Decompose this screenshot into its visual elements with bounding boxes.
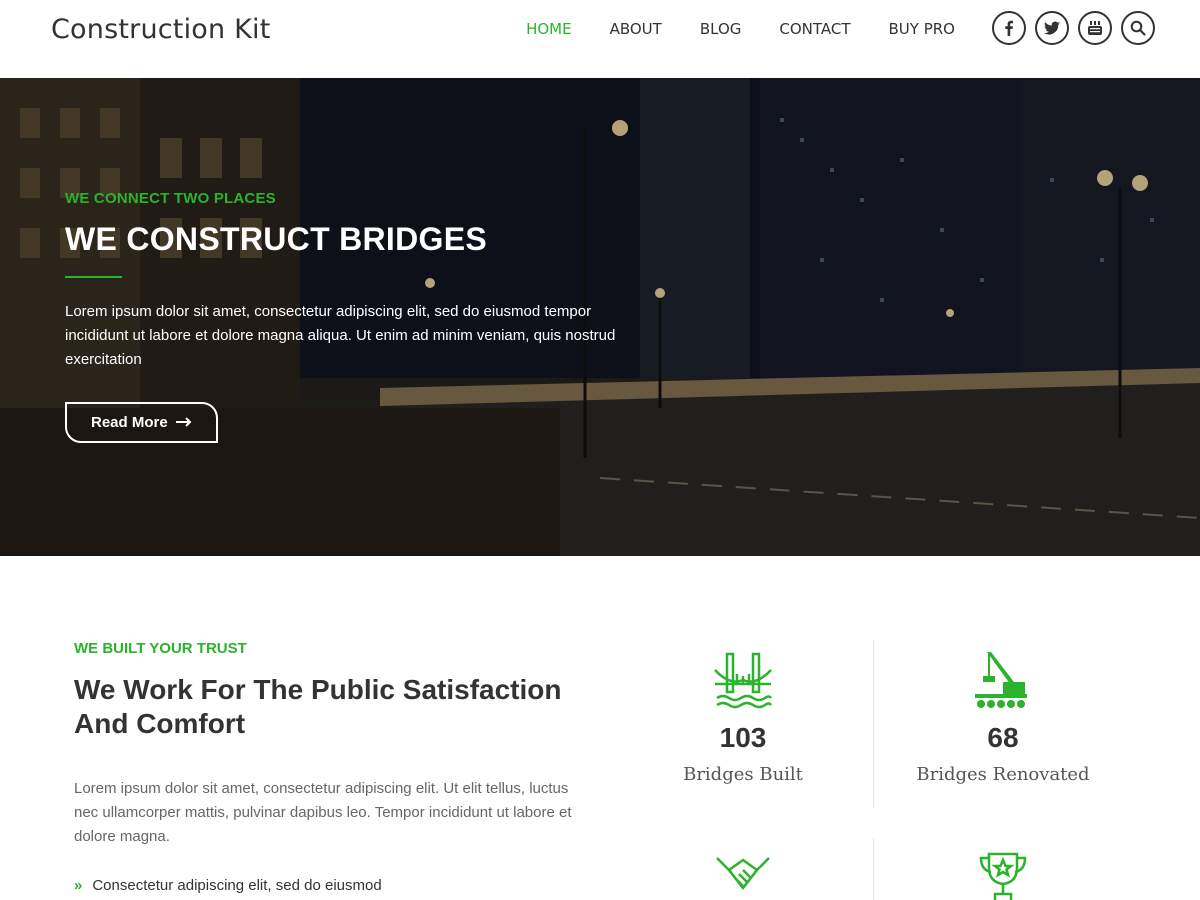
hero-content: WE CONNECT TWO PLACES WE CONSTRUCT BRIDG… bbox=[65, 190, 665, 443]
nav-contact[interactable]: CONTACT bbox=[760, 20, 869, 38]
facebook-icon[interactable] bbox=[992, 11, 1026, 45]
youtube-icon[interactable] bbox=[1078, 11, 1112, 45]
stat-number: 68 bbox=[987, 722, 1019, 753]
stat-label: Bridges Built bbox=[683, 764, 803, 785]
trust-section: WE BUILT YOUR TRUST We Work For The Publ… bbox=[74, 640, 614, 894]
stat-bridges-renovated: 68 Bridges Renovated bbox=[873, 640, 1133, 785]
arrow-right-icon bbox=[175, 414, 192, 431]
hero-description: Lorem ipsum dolor sit amet, consectetur … bbox=[65, 303, 616, 368]
trust-list-item-text: Consectetur adipiscing elit, sed do eius… bbox=[92, 877, 382, 894]
stat-awards bbox=[873, 838, 1133, 900]
trophy-icon bbox=[973, 848, 1033, 900]
trust-description: Lorem ipsum dolor sit amet, consectetur … bbox=[74, 780, 572, 845]
trust-title: We Work For The Public Satisfaction And … bbox=[74, 674, 562, 739]
double-chevron-right-icon: » bbox=[74, 877, 83, 894]
bridge-icon bbox=[713, 650, 773, 710]
nav-blog[interactable]: BLOG bbox=[681, 20, 761, 38]
crane-icon bbox=[973, 650, 1033, 710]
social-links bbox=[992, 11, 1155, 45]
nav-home[interactable]: HOME bbox=[507, 20, 591, 38]
search-icon[interactable] bbox=[1121, 11, 1155, 45]
hero-kicker: WE CONNECT TWO PLACES bbox=[65, 190, 276, 207]
stat-partnerships bbox=[613, 838, 873, 900]
hero-title: WE CONSTRUCT BRIDGES bbox=[65, 221, 487, 257]
read-more-label: Read More bbox=[91, 414, 168, 431]
stat-bridges-built: 103 Bridges Built bbox=[613, 640, 873, 785]
handshake-icon bbox=[713, 848, 773, 900]
hero-divider bbox=[65, 276, 122, 278]
main-nav: HOME ABOUT BLOG CONTACT BUY PRO bbox=[507, 20, 974, 38]
read-more-button[interactable]: Read More bbox=[65, 402, 218, 443]
trust-kicker: WE BUILT YOUR TRUST bbox=[74, 640, 247, 657]
trust-list-item: » Consectetur adipiscing elit, sed do ei… bbox=[74, 877, 614, 894]
nav-buy-pro[interactable]: BUY PRO bbox=[870, 20, 974, 38]
hero-banner: WE CONNECT TWO PLACES WE CONSTRUCT BRIDG… bbox=[0, 78, 1200, 556]
stat-label: Bridges Renovated bbox=[916, 764, 1090, 785]
twitter-icon[interactable] bbox=[1035, 11, 1069, 45]
stat-number: 103 bbox=[719, 722, 767, 753]
stats-grid: 103 Bridges Built 68 Bridges Renovated bbox=[613, 640, 1133, 900]
site-header: Construction Kit HOME ABOUT BLOG CONTACT… bbox=[0, 0, 1200, 78]
site-logo[interactable]: Construction Kit bbox=[51, 14, 271, 45]
nav-about[interactable]: ABOUT bbox=[591, 20, 681, 38]
